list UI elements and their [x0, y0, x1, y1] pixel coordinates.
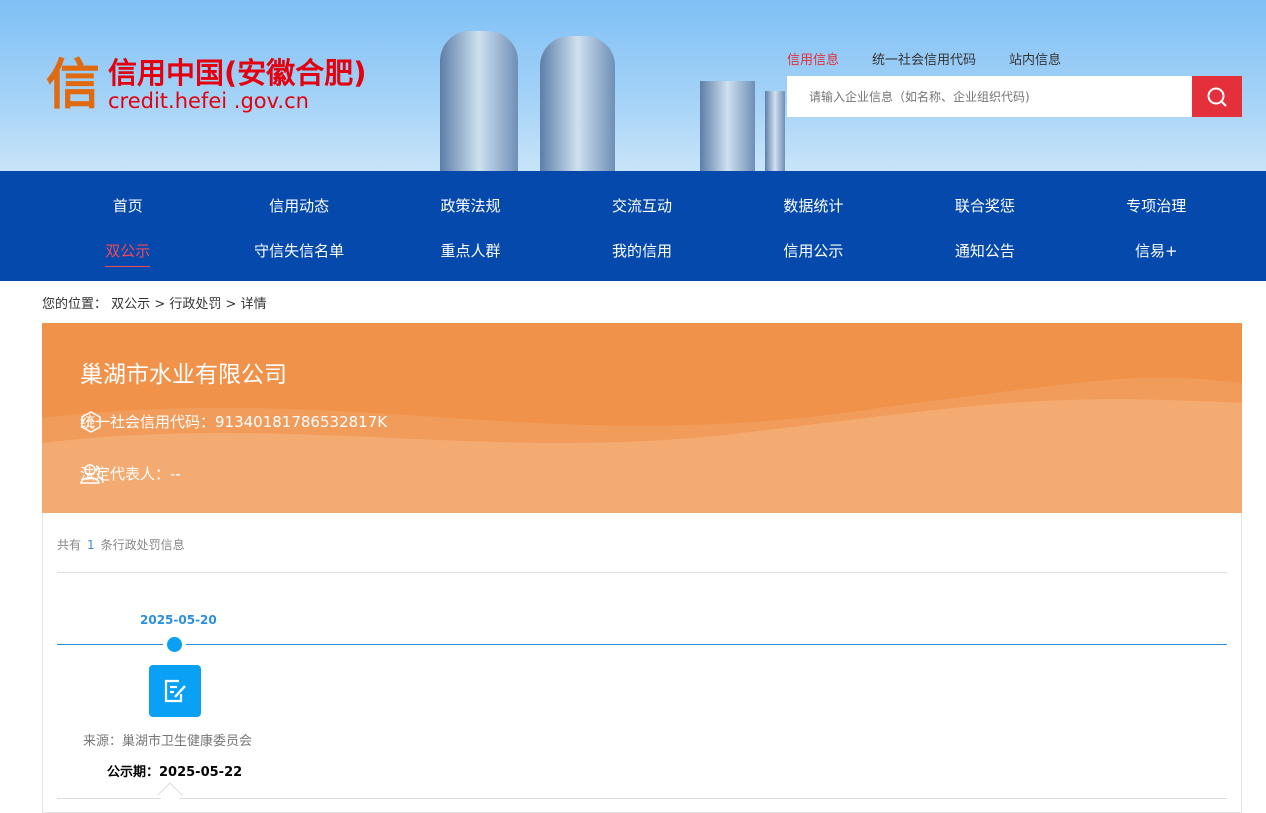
divider — [57, 572, 1227, 573]
credit-code: 统一社会信用代码：91340181786532817K — [80, 413, 388, 431]
company-header: 巢湖市水业有限公司 企 统一社会信用代码：91340181786532817K … — [42, 323, 1242, 513]
nav-special-governance[interactable]: 专项治理 — [1071, 195, 1242, 216]
person-icon — [80, 464, 104, 484]
logo-icon: 信 — [46, 53, 100, 116]
record-date: 2025-05-20 — [140, 613, 217, 627]
nav-interaction[interactable]: 交流互动 — [556, 195, 727, 216]
breadcrumb-penalty[interactable]: 行政处罚 — [169, 297, 221, 312]
logo-title: 信用中国(安徽合肥) — [108, 56, 367, 90]
logo-url: credit.hefei .gov.cn — [108, 89, 309, 113]
breadcrumb-label: 您的位置： — [42, 297, 108, 312]
nav-xinyi-plus[interactable]: 信易+ — [1071, 240, 1242, 261]
nav-double-publicity[interactable]: 双公示 — [42, 240, 213, 267]
breadcrumb-sep: > — [154, 297, 166, 312]
divider — [57, 798, 1227, 799]
nav-label: 双公示 — [105, 242, 151, 267]
search-input[interactable] — [787, 76, 1192, 117]
record-source: 来源：巢湖市卫生健康委员会 — [83, 734, 253, 749]
building-graphic — [440, 31, 518, 171]
count-prefix: 共有 — [57, 538, 82, 552]
tab-credit-code[interactable]: 统一社会信用代码 — [872, 49, 976, 68]
building-graphic — [540, 36, 615, 171]
nav-policy[interactable]: 政策法规 — [385, 195, 556, 216]
breadcrumb: 您的位置： 双公示 > 行政处罚 > 详情 — [42, 293, 267, 312]
nav-rewards-penalties[interactable]: 联合奖惩 — [899, 195, 1070, 216]
nav-key-groups[interactable]: 重点人群 — [385, 240, 556, 261]
record-item[interactable] — [149, 665, 201, 717]
breadcrumb-double-publicity[interactable]: 双公示 — [111, 297, 150, 312]
breadcrumb-detail: 详情 — [240, 297, 267, 312]
record-publicity-date: 公示期：2025-05-22 — [107, 765, 243, 780]
main-nav: 首页 信用动态 政策法规 交流互动 数据统计 联合奖惩 专项治理 双公示 守信失… — [0, 171, 1266, 281]
nav-notices[interactable]: 通知公告 — [899, 240, 1070, 261]
count-number: 1 — [87, 538, 95, 552]
nav-credit-publicity[interactable]: 信用公示 — [728, 240, 899, 261]
company-name: 巢湖市水业有限公司 — [80, 362, 287, 388]
timeline-dot[interactable] — [167, 637, 182, 652]
record-count: 共有 1 条行政处罚信息 — [57, 536, 185, 553]
nav-my-credit[interactable]: 我的信用 — [556, 240, 727, 261]
timeline-line — [57, 644, 1227, 645]
nav-home[interactable]: 首页 — [42, 195, 213, 216]
count-suffix: 条行政处罚信息 — [100, 538, 185, 552]
penalty-records: 共有 1 条行政处罚信息 2025-05-20 来源：巢湖市卫生健康委员会 公示期：… — [42, 513, 1242, 813]
nav-credit-list[interactable]: 守信失信名单 — [213, 240, 384, 261]
selected-pointer — [157, 782, 183, 808]
edit-document-icon — [164, 679, 186, 703]
header-banner: 信 信用中国(安徽合肥) credit.hefei .gov.cn 信用信息 统… — [0, 0, 1266, 171]
building-graphic — [700, 81, 755, 171]
svg-text:企: 企 — [86, 417, 95, 429]
tab-credit-info[interactable]: 信用信息 — [787, 49, 839, 68]
search-bar — [787, 76, 1242, 117]
enterprise-icon: 企 — [81, 411, 101, 433]
building-graphic — [765, 91, 785, 171]
tab-site-info[interactable]: 站内信息 — [1009, 49, 1061, 68]
breadcrumb-sep: > — [225, 297, 237, 312]
nav-credit-news[interactable]: 信用动态 — [213, 195, 384, 216]
search-type-tabs: 信用信息 统一社会信用代码 站内信息 — [787, 49, 1061, 68]
site-logo[interactable]: 信 信用中国(安徽合肥) credit.hefei .gov.cn — [42, 52, 367, 118]
nav-statistics[interactable]: 数据统计 — [728, 195, 899, 216]
search-icon — [1207, 87, 1227, 107]
search-button[interactable] — [1192, 76, 1242, 117]
